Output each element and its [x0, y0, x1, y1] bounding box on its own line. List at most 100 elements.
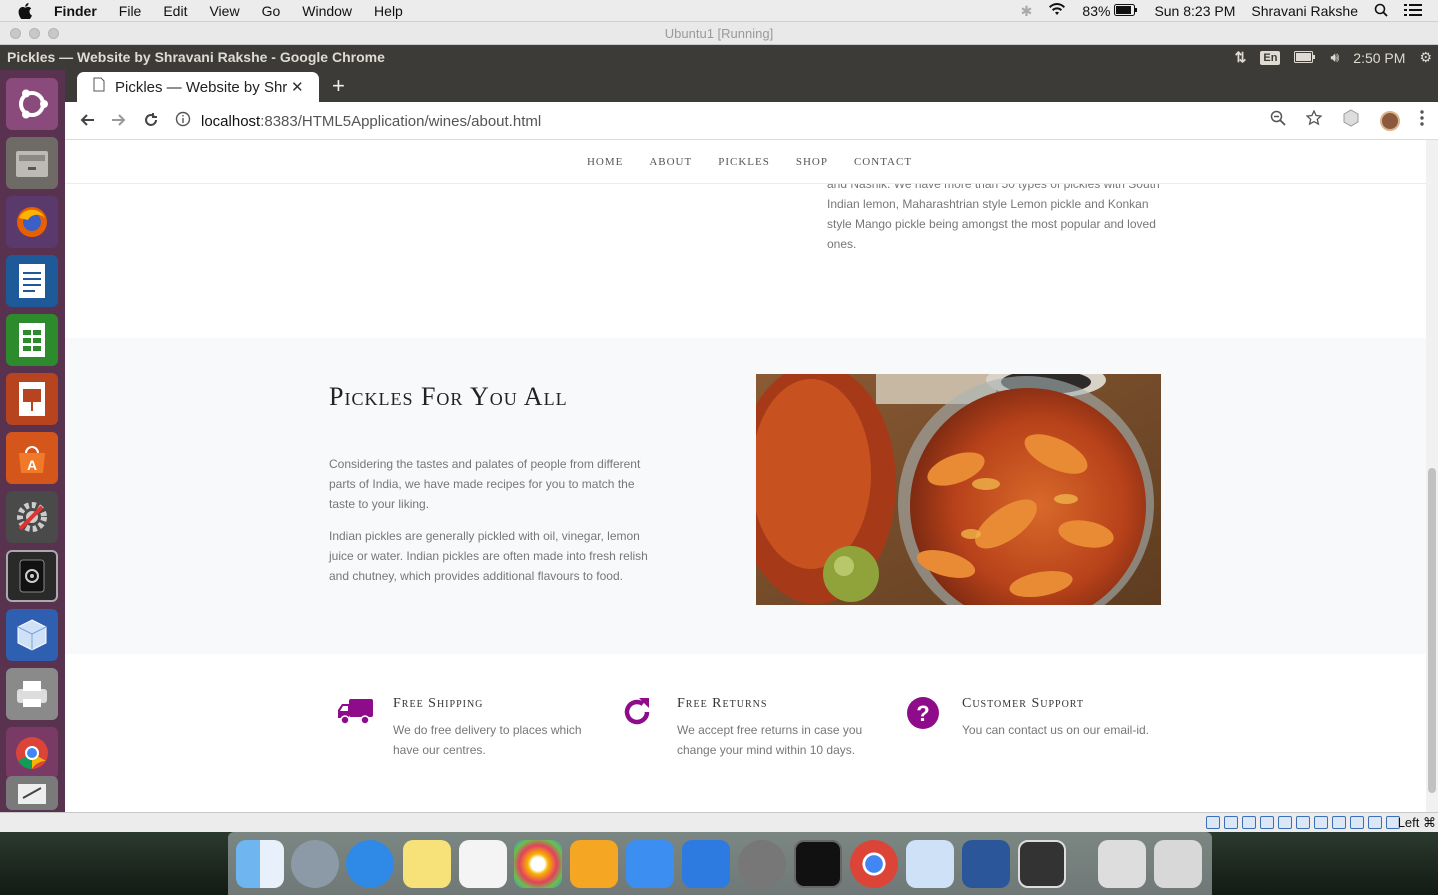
refresh-icon: [621, 696, 657, 732]
cpu-status-icon[interactable]: [1350, 816, 1364, 829]
scrollbar-thumb[interactable]: [1428, 468, 1436, 793]
virtualbox-window-title: Ubuntu1 [Running]: [664, 26, 774, 41]
photos-icon[interactable]: [514, 840, 562, 888]
reminders-icon[interactable]: [459, 840, 507, 888]
gear-icon[interactable]: ⚙: [1419, 49, 1432, 66]
menu-go[interactable]: Go: [262, 3, 281, 19]
bluetooth-icon[interactable]: ✱: [1021, 3, 1033, 20]
menu-file[interactable]: File: [119, 3, 142, 19]
page-scrollbar[interactable]: [1426, 140, 1438, 812]
terminal-icon[interactable]: [6, 550, 58, 602]
vm-preview-icon[interactable]: [1018, 840, 1066, 888]
nav-pickles[interactable]: PICKLES: [710, 156, 770, 168]
numbers-icon[interactable]: [626, 840, 674, 888]
question-circle-icon: ?: [906, 696, 942, 732]
system-preferences-icon[interactable]: [738, 840, 786, 888]
panel-clock[interactable]: 2:50 PM: [1353, 50, 1405, 66]
impress-icon[interactable]: [6, 373, 58, 425]
hdd-status-icon[interactable]: [1206, 816, 1220, 829]
usb-status-icon[interactable]: [1278, 816, 1292, 829]
nav-contact[interactable]: CONTACT: [846, 156, 912, 168]
mouse-integration-icon[interactable]: [1368, 816, 1382, 829]
virtualbox-icon[interactable]: [906, 840, 954, 888]
notes-icon[interactable]: [403, 840, 451, 888]
ubuntu-launcher: A: [0, 70, 65, 812]
launchpad-icon[interactable]: [291, 840, 339, 888]
close-tab-icon[interactable]: ✕: [291, 78, 304, 96]
browser-tab[interactable]: Pickles — Website by Shravani Rakshe ✕: [77, 72, 319, 102]
recording-status-icon[interactable]: [1332, 816, 1346, 829]
keynote-icon[interactable]: [682, 840, 730, 888]
host-key-label: Left ⌘: [1397, 815, 1436, 830]
pages-icon[interactable]: [570, 840, 618, 888]
menu-view[interactable]: View: [209, 3, 239, 19]
battery-percent[interactable]: 83%: [1082, 3, 1110, 19]
bookmark-star-icon[interactable]: [1305, 109, 1323, 131]
menu-kebab-icon[interactable]: [1420, 110, 1424, 131]
audio-status-icon[interactable]: [1242, 816, 1256, 829]
menu-app-name[interactable]: Finder: [54, 3, 97, 19]
system-settings-icon[interactable]: [6, 491, 58, 543]
pickles-section: Pickles For You All Considering the tast…: [65, 338, 1426, 654]
info-icon[interactable]: [175, 111, 191, 132]
chrome-tab-strip: Pickles — Website by Shravani Rakshe ✕ +: [65, 70, 1438, 102]
url-host: localhost: [201, 112, 261, 130]
reload-button[interactable]: [143, 112, 159, 133]
notification-center-icon[interactable]: [1404, 3, 1422, 19]
virtualbox-icon[interactable]: [6, 609, 58, 661]
writer-icon[interactable]: [6, 255, 58, 307]
virtualbox-status-bar: Left ⌘: [0, 812, 1438, 832]
menu-edit[interactable]: Edit: [163, 3, 187, 19]
files-icon[interactable]: [6, 137, 58, 189]
menubar-user[interactable]: Shravani Rakshe: [1251, 3, 1358, 19]
nav-home[interactable]: HOME: [579, 156, 623, 168]
finder-icon[interactable]: [236, 840, 284, 888]
menu-help[interactable]: Help: [374, 3, 403, 19]
feature-text: We do free delivery to places which have…: [393, 723, 582, 757]
chrome-toolbar: localhost:8383/HTML5Application/wines/ab…: [65, 102, 1438, 140]
ubuntu-logo-icon[interactable]: [6, 78, 58, 130]
truck-icon: [337, 696, 373, 732]
profile-avatar[interactable]: [1380, 110, 1400, 131]
battery-icon[interactable]: [1294, 50, 1316, 66]
address-bar[interactable]: localhost:8383/HTML5Application/wines/ab…: [175, 107, 1315, 135]
mac-menu-bar: Finder File Edit View Go Window Help ✱ 8…: [0, 0, 1438, 22]
page-icon: [93, 77, 105, 97]
network-status-icon[interactable]: [1260, 816, 1274, 829]
pickle-jar-photo: [756, 374, 1161, 605]
extension-icon[interactable]: [1342, 109, 1360, 132]
software-center-icon[interactable]: A: [6, 432, 58, 484]
nav-shop[interactable]: SHOP: [788, 156, 828, 168]
battery-icon[interactable]: [1114, 3, 1138, 19]
optical-drive-icon[interactable]: [1224, 816, 1238, 829]
terminal-icon[interactable]: [794, 840, 842, 888]
shared-folders-icon[interactable]: [1296, 816, 1310, 829]
text-editor-icon[interactable]: [6, 776, 58, 810]
spotlight-icon[interactable]: [1374, 3, 1388, 20]
back-button[interactable]: [79, 112, 95, 133]
volume-icon[interactable]: 🔊︎: [1330, 49, 1339, 66]
keyboard-layout-indicator[interactable]: En: [1260, 50, 1281, 65]
menubar-clock[interactable]: Sun 8:23 PM: [1154, 3, 1235, 19]
safari-icon[interactable]: [346, 840, 394, 888]
wifi-icon[interactable]: [1048, 3, 1066, 19]
features-row: Free Shipping We do free delivery to pla…: [65, 680, 1426, 800]
chrome-icon[interactable]: [6, 727, 58, 779]
word-icon[interactable]: [962, 840, 1010, 888]
menu-window[interactable]: Window: [302, 3, 352, 19]
ubuntu-top-panel: Pickles — Website by Shravani Rakshe - G…: [0, 45, 1438, 70]
feature-text: You can contact us on our email-id.: [962, 723, 1150, 737]
nav-about[interactable]: ABOUT: [641, 156, 692, 168]
calc-icon[interactable]: [6, 314, 58, 366]
firefox-icon[interactable]: [6, 196, 58, 248]
downloads-stack-icon[interactable]: [1098, 840, 1146, 888]
chrome-icon[interactable]: [850, 840, 898, 888]
new-tab-button[interactable]: +: [332, 73, 345, 99]
zoom-icon[interactable]: [1270, 110, 1286, 131]
display-status-icon[interactable]: [1314, 816, 1328, 829]
network-arrows-icon[interactable]: ⇅: [1235, 49, 1247, 66]
trash-icon[interactable]: [1154, 840, 1202, 888]
apple-icon[interactable]: [18, 0, 36, 22]
forward-button[interactable]: [111, 112, 127, 133]
printer-icon[interactable]: [6, 668, 58, 720]
